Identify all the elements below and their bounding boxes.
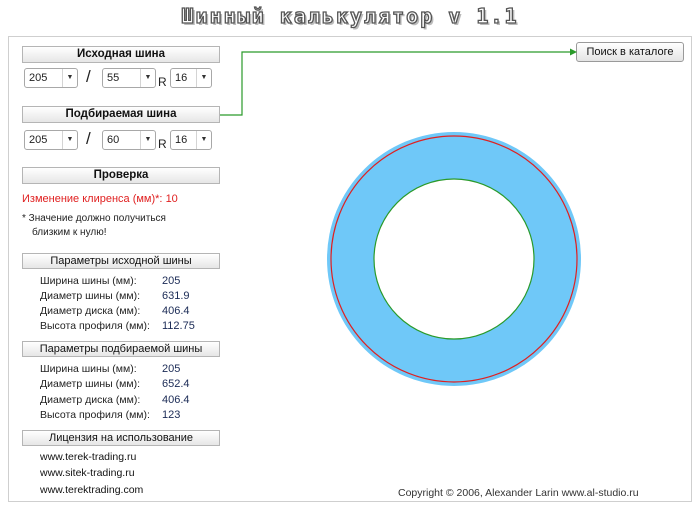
tire-visualization — [220, 48, 581, 386]
arrow-head-icon — [570, 48, 577, 56]
copyright-text: Copyright © 2006, Alexander Larin www.al… — [398, 487, 639, 499]
catalog-connector-line — [220, 51, 572, 116]
rim-circle — [373, 178, 535, 340]
